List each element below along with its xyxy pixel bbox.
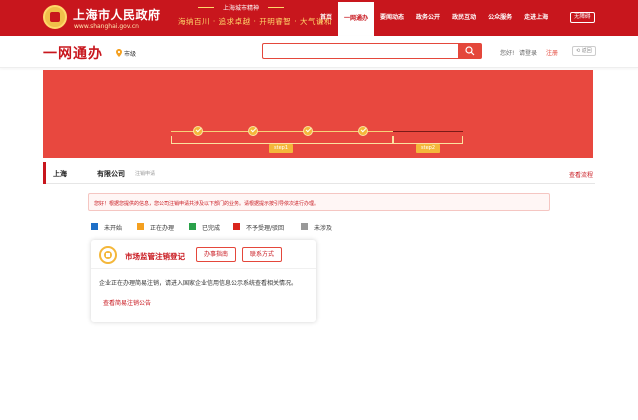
legend-label: 正在办理 — [150, 225, 175, 232]
search-input[interactable] — [262, 43, 459, 59]
greeting-text: 您好! — [500, 50, 515, 57]
notice-box: 您好！根据您提供的信息，您公司注销申请共涉及以下部门的业务。请根据提示按引导依次… — [88, 193, 550, 211]
progress-node-2 — [248, 126, 258, 136]
legend-swatch-gray — [301, 223, 308, 230]
legend-swatch-blue — [91, 223, 98, 230]
nav-news[interactable]: 要闻动态 — [374, 0, 410, 36]
progress-node-1 — [193, 126, 203, 136]
card-description: 企业正在办理简易注销，请进入国家企业信用信息公示系统查看相关情况。 — [99, 280, 298, 287]
nav-interaction[interactable]: 政民互动 — [446, 0, 482, 36]
simple-deregistration-link[interactable]: 查看简易注销公告 — [103, 298, 151, 307]
nav-about-shanghai[interactable]: 走进上海 — [518, 0, 554, 36]
location-pin-icon — [116, 49, 122, 57]
legend-label: 未开始 — [104, 225, 123, 232]
gov-url: www.shanghai.gov.cn — [74, 23, 139, 30]
company-status: 注销申请 — [135, 171, 156, 177]
legend-swatch-green — [189, 223, 196, 230]
company-row-marker — [43, 162, 46, 184]
brand-title[interactable]: 一网通办 — [43, 43, 103, 63]
login-link[interactable]: 请登录 — [519, 48, 537, 57]
guide-button[interactable]: 办事指南 — [196, 247, 237, 262]
legend-swatch-orange — [137, 223, 144, 230]
company-city: 上海 — [53, 170, 67, 178]
progress-node-4 — [358, 126, 368, 136]
search-button[interactable] — [458, 43, 482, 59]
step2-bracket — [393, 136, 463, 144]
service-card: 市场监管注销登记 办事指南 联系方式 企业正在办理简易注销，请进入国家企业信用信… — [91, 240, 316, 322]
step1-label[interactable]: step1 — [269, 144, 293, 153]
legend-label: 未涉及 — [314, 225, 333, 232]
progress-line-pending — [393, 131, 463, 132]
progress-banner: step1 step2 — [43, 70, 593, 158]
step2-label[interactable]: step2 — [416, 144, 440, 153]
contact-button[interactable]: 联系方式 — [242, 247, 283, 262]
card-divider — [91, 268, 316, 269]
view-flow-link[interactable]: 查看流程 — [569, 170, 593, 179]
legend-label: 不予受理/驳回 — [246, 225, 285, 232]
nav-one-net-service[interactable]: 一网通办 — [338, 0, 375, 36]
register-link[interactable]: 注册 — [546, 48, 558, 57]
gov-emblem-icon — [43, 5, 67, 29]
sub-header: 一网通办 市级 您好! 请登录 注册 ⟲ 返回 — [0, 36, 638, 68]
step1-bracket — [171, 136, 393, 144]
top-header: 上海市人民政府 www.shanghai.gov.cn 上海城市精神 海纳百川 … — [0, 0, 638, 36]
spirit-text: 海纳百川 · 追求卓越 · 开明睿智 · 大气谦和 — [178, 17, 332, 26]
nav-public-service[interactable]: 公众服务 — [482, 0, 518, 36]
back-button[interactable]: ⟲ 返回 — [572, 46, 596, 56]
nav-home[interactable]: 首页 — [314, 0, 338, 36]
card-title: 市场监管注销登记 — [125, 252, 185, 261]
nav-gov-affairs[interactable]: 政务公开 — [410, 0, 446, 36]
legend-label: 已完成 — [202, 225, 221, 232]
progress-node-3 — [303, 126, 313, 136]
back-label: 返回 — [581, 48, 592, 54]
search-icon — [465, 46, 475, 56]
seal-icon — [104, 251, 112, 259]
spirit-title: 上海城市精神 — [198, 3, 284, 12]
main-nav: 首页 一网通办 要闻动态 政务公开 政民互动 公众服务 走进上海 — [314, 0, 554, 36]
company-name: 有限公司 — [97, 170, 125, 178]
location-selector[interactable]: 市级 — [124, 49, 136, 58]
notice-text: 您好！根据您提供的信息，您公司注销申请共涉及以下部门的业务。请根据提示按引导依次… — [94, 201, 320, 207]
gov-title: 上海市人民政府 — [73, 8, 161, 22]
accessibility-button[interactable]: 无障碍 — [570, 12, 595, 23]
legend-swatch-red — [233, 223, 240, 230]
market-regulation-icon — [99, 246, 117, 264]
company-row: 上海 有限公司 注销申请 查看流程 — [43, 162, 595, 184]
